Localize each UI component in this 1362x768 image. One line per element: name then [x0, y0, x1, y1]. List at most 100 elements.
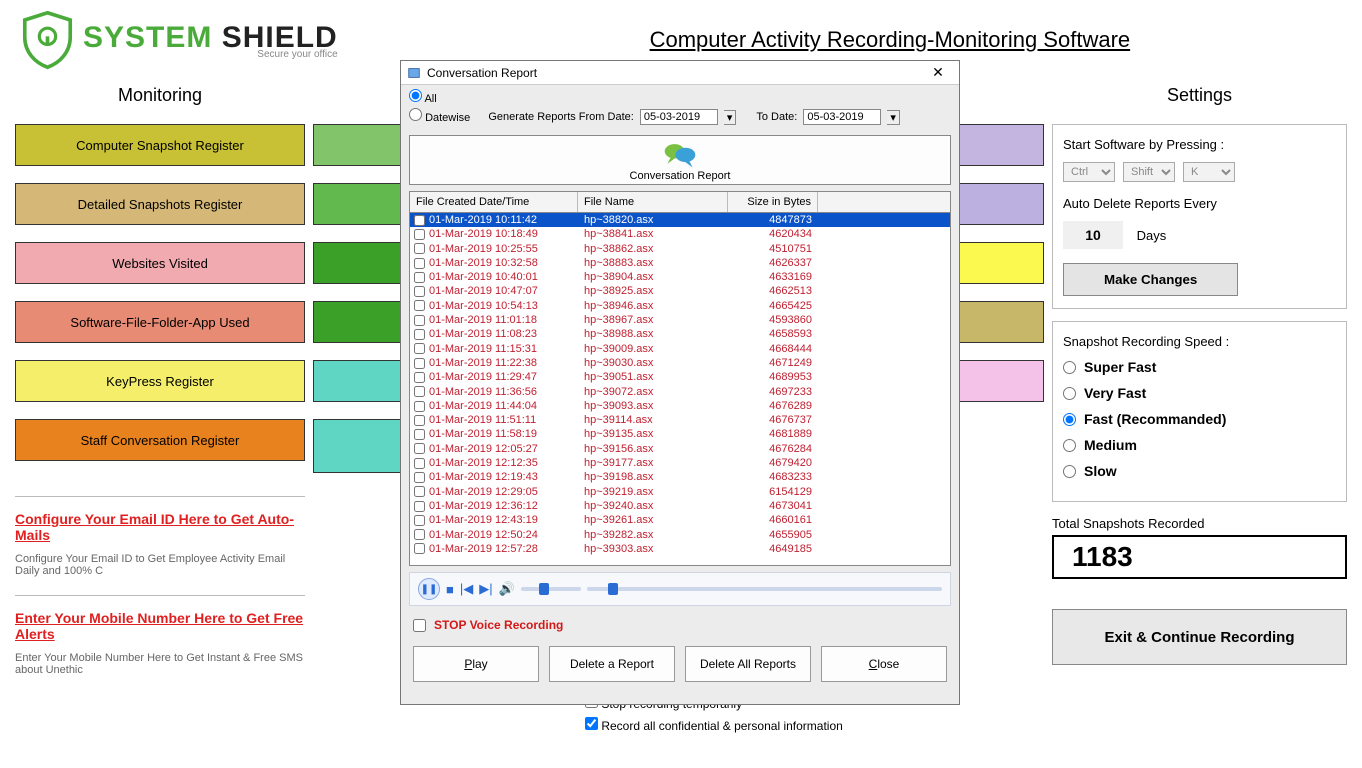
autodel-days-input[interactable] — [1063, 221, 1123, 249]
recording-check-1[interactable]: Record all confidential & personal infor… — [585, 717, 843, 733]
table-row[interactable]: 01-Mar-2019 11:08:23hp~38988.asx4658593 — [410, 327, 950, 341]
stop-recording-checkbox[interactable] — [413, 619, 426, 632]
row-checkbox[interactable] — [414, 243, 425, 254]
row-checkbox[interactable] — [414, 286, 425, 297]
conversation-report-button[interactable]: Conversation Report — [409, 135, 951, 185]
stop-button[interactable]: ■ — [446, 582, 454, 597]
monitoring-heading: Monitoring — [15, 85, 305, 106]
table-row[interactable]: 01-Mar-2019 12:57:28hp~39303.asx4649185 — [410, 542, 950, 556]
conversation-register-button[interactable]: Staff Conversation Register — [15, 419, 305, 461]
filter-radios: All Datewise — [409, 89, 470, 127]
hotkey-1[interactable]: Ctrl — [1063, 162, 1115, 182]
from-date-input[interactable] — [640, 109, 718, 125]
shield-icon — [20, 10, 75, 70]
row-checkbox[interactable] — [414, 458, 425, 469]
to-date-input[interactable] — [803, 109, 881, 125]
row-checkbox[interactable] — [414, 529, 425, 540]
table-row[interactable]: 01-Mar-2019 12:12:35hp~39177.asx4679420 — [410, 456, 950, 470]
close-icon[interactable]: ✕ — [923, 64, 953, 81]
dialog-titlebar[interactable]: Conversation Report ✕ — [401, 61, 959, 85]
row-checkbox[interactable] — [414, 272, 425, 283]
row-checkbox[interactable] — [414, 501, 425, 512]
to-date-label: To Date: — [756, 111, 797, 123]
speed-option-1[interactable]: Very Fast — [1063, 385, 1336, 401]
row-checkbox[interactable] — [414, 315, 425, 326]
table-row[interactable]: 01-Mar-2019 11:51:11hp~39114.asx4676737 — [410, 413, 950, 427]
volume-slider[interactable] — [521, 587, 581, 591]
to-date-dropdown[interactable]: ▾ — [887, 110, 900, 125]
hotkey-2[interactable]: Shift — [1123, 162, 1175, 182]
row-checkbox[interactable] — [414, 415, 425, 426]
software-used-button[interactable]: Software-File-Folder-App Used — [15, 301, 305, 343]
col-datetime[interactable]: File Created Date/Time — [410, 192, 578, 212]
table-row[interactable]: 01-Mar-2019 12:05:27hp~39156.asx4676284 — [410, 442, 950, 456]
table-row[interactable]: 01-Mar-2019 12:36:12hp~39240.asx4673041 — [410, 499, 950, 513]
stop-recording-label: STOP Voice Recording — [434, 618, 563, 632]
row-checkbox[interactable] — [414, 472, 425, 483]
seek-slider[interactable] — [587, 587, 942, 591]
radio-all[interactable]: All — [409, 89, 470, 105]
table-row[interactable]: 01-Mar-2019 10:11:42hp~38820.asx4847873 — [410, 213, 950, 227]
play-button[interactable]: Play — [413, 646, 539, 682]
app-title: Computer Activity Recording-Monitoring S… — [438, 27, 1342, 53]
table-row[interactable]: 01-Mar-2019 10:25:55hp~38862.asx4510751 — [410, 242, 950, 256]
row-checkbox[interactable] — [414, 372, 425, 383]
row-checkbox[interactable] — [414, 486, 425, 497]
speed-option-4[interactable]: Slow — [1063, 463, 1336, 479]
table-row[interactable]: 01-Mar-2019 12:50:24hp~39282.asx4655905 — [410, 528, 950, 542]
table-row[interactable]: 01-Mar-2019 11:36:56hp~39072.asx4697233 — [410, 385, 950, 399]
speed-option-2[interactable]: Fast (Recommanded) — [1063, 411, 1336, 427]
table-row[interactable]: 01-Mar-2019 10:18:49hp~38841.asx4620434 — [410, 227, 950, 241]
table-row[interactable]: 01-Mar-2019 10:54:13hp~38946.asx4665425 — [410, 299, 950, 313]
row-checkbox[interactable] — [414, 543, 425, 554]
close-button[interactable]: Close — [821, 646, 947, 682]
hotkey-3[interactable]: K — [1183, 162, 1235, 182]
table-row[interactable]: 01-Mar-2019 11:22:38hp~39030.asx4671249 — [410, 356, 950, 370]
row-checkbox[interactable] — [414, 386, 425, 397]
speed-option-0[interactable]: Super Fast — [1063, 359, 1336, 375]
table-row[interactable]: 01-Mar-2019 11:29:47hp~39051.asx4689953 — [410, 370, 950, 384]
keypress-register-button[interactable]: KeyPress Register — [15, 360, 305, 402]
make-changes-button[interactable]: Make Changes — [1063, 263, 1238, 296]
table-row[interactable]: 01-Mar-2019 11:15:31hp~39009.asx4668444 — [410, 342, 950, 356]
table-row[interactable]: 01-Mar-2019 10:47:07hp~38925.asx4662513 — [410, 284, 950, 298]
prev-button[interactable]: |◀ — [460, 581, 473, 597]
radio-datewise[interactable]: Datewise — [409, 108, 470, 124]
detailed-snapshots-button[interactable]: Detailed Snapshots Register — [15, 183, 305, 225]
row-checkbox[interactable] — [414, 515, 425, 526]
table-row[interactable]: 01-Mar-2019 10:32:58hp~38883.asx4626337 — [410, 256, 950, 270]
row-checkbox[interactable] — [414, 429, 425, 440]
dialog-title: Conversation Report — [427, 66, 923, 80]
speed-option-3[interactable]: Medium — [1063, 437, 1336, 453]
col-filename[interactable]: File Name — [578, 192, 728, 212]
volume-icon[interactable]: 🔊 — [499, 581, 515, 597]
next-button[interactable]: ▶| — [479, 581, 492, 597]
mobile-alerts-link[interactable]: Enter Your Mobile Number Here to Get Fre… — [15, 610, 303, 642]
row-checkbox[interactable] — [414, 443, 425, 454]
table-row[interactable]: 01-Mar-2019 12:43:19hp~39261.asx4660161 — [410, 513, 950, 527]
row-checkbox[interactable] — [414, 358, 425, 369]
play-pause-button[interactable]: ❚❚ — [418, 578, 440, 600]
configure-email-link[interactable]: Configure Your Email ID Here to Get Auto… — [15, 511, 294, 543]
row-checkbox[interactable] — [414, 401, 425, 412]
row-checkbox[interactable] — [414, 300, 425, 311]
table-row[interactable]: 01-Mar-2019 11:01:18hp~38967.asx4593860 — [410, 313, 950, 327]
websites-visited-button[interactable]: Websites Visited — [15, 242, 305, 284]
delete-all-button[interactable]: Delete All Reports — [685, 646, 811, 682]
col-size[interactable]: Size in Bytes — [728, 192, 818, 212]
table-row[interactable]: 01-Mar-2019 10:40:01hp~38904.asx4633169 — [410, 270, 950, 284]
table-row[interactable]: 01-Mar-2019 11:44:04hp~39093.asx4676289 — [410, 399, 950, 413]
row-checkbox[interactable] — [414, 329, 425, 340]
table-row[interactable]: 01-Mar-2019 12:29:05hp~39219.asx6154129 — [410, 485, 950, 499]
from-date-dropdown[interactable]: ▾ — [724, 110, 737, 125]
table-row[interactable]: 01-Mar-2019 12:19:43hp~39198.asx4683233 — [410, 470, 950, 484]
row-checkbox[interactable] — [414, 229, 425, 240]
reports-table-body[interactable]: 01-Mar-2019 10:11:42hp~38820.asx48478730… — [410, 213, 950, 565]
table-row[interactable]: 01-Mar-2019 11:58:19hp~39135.asx4681889 — [410, 427, 950, 441]
snapshot-register-button[interactable]: Computer Snapshot Register — [15, 124, 305, 166]
delete-report-button[interactable]: Delete a Report — [549, 646, 675, 682]
row-checkbox[interactable] — [414, 343, 425, 354]
row-checkbox[interactable] — [414, 215, 425, 226]
row-checkbox[interactable] — [414, 258, 425, 269]
exit-continue-button[interactable]: Exit & Continue Recording — [1052, 609, 1347, 665]
